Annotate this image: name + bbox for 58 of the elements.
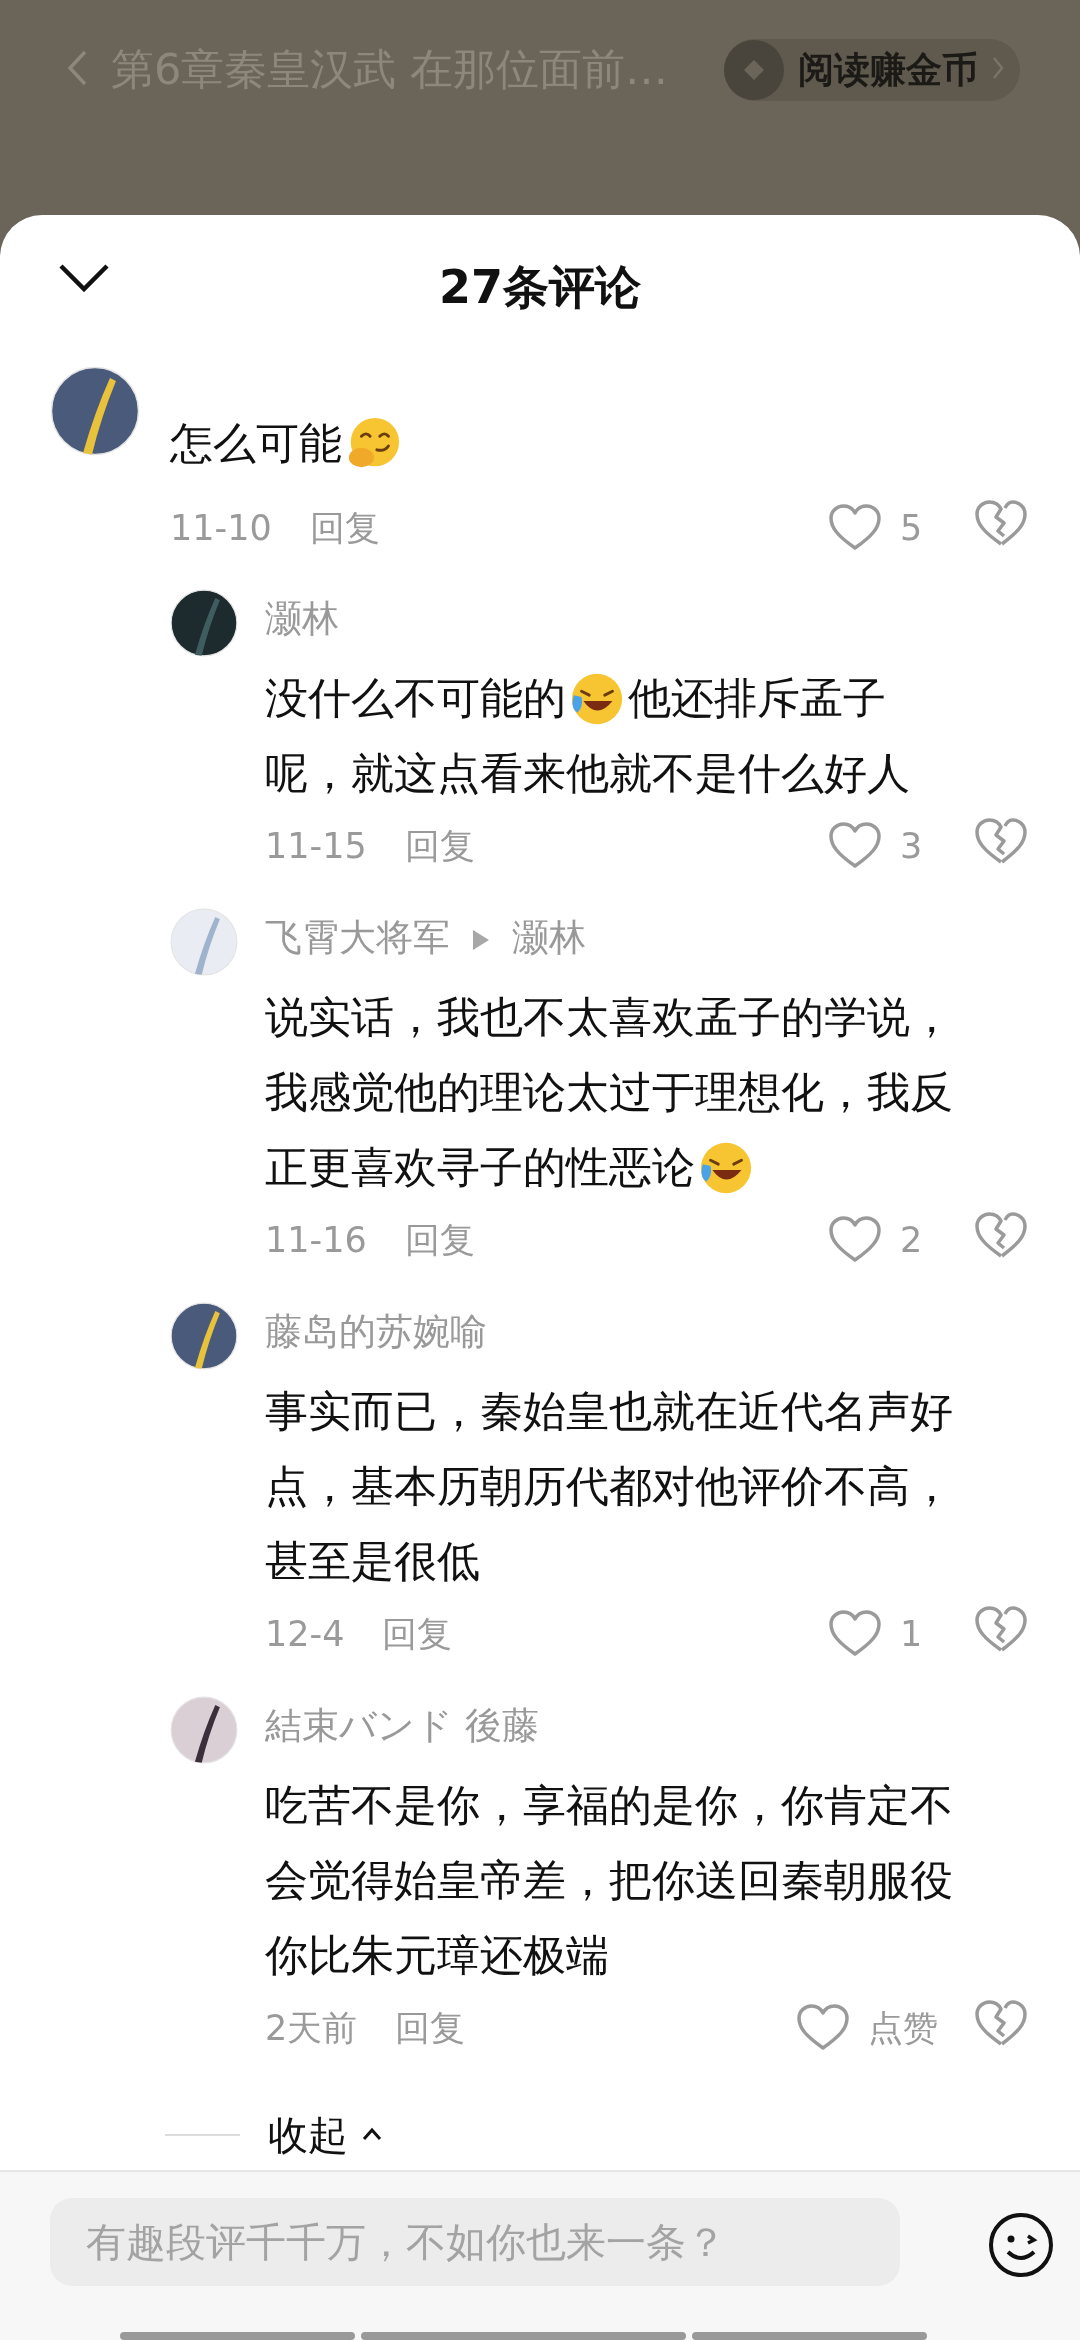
broken-heart-icon[interactable] [974, 500, 1028, 548]
reply-link[interactable]: 回复 [309, 504, 380, 552]
coin-icon [724, 40, 784, 100]
comment-text: 怎么可能 [170, 417, 342, 470]
comment-text: 点，基本历朝历代都对他评价不高， [265, 1460, 953, 1513]
collapse-button[interactable]: 收起 [268, 2107, 382, 2163]
comment-date: 12-4 [265, 1614, 345, 1654]
back-icon[interactable] [65, 48, 89, 88]
username[interactable]: 灏林 [265, 594, 339, 644]
broken-heart-icon[interactable] [974, 1212, 1028, 1260]
comment-text: 事实而已，秦始皇也就在近代名声好 [265, 1385, 953, 1438]
comment-text: 没什么不可能的 [265, 672, 566, 725]
avatar[interactable] [170, 589, 238, 657]
comment-text: 说实话，我也不太喜欢孟子的学说， [265, 991, 953, 1044]
reply-link[interactable]: 回复 [382, 1610, 453, 1658]
heart-icon[interactable] [828, 1610, 882, 1658]
comment-text: 会觉得始皇帝差，把你送回秦朝服役 [265, 1854, 953, 1907]
comment-text: 甚至是很低 [265, 1535, 480, 1588]
comment-text: 吃苦不是你，享福的是你，你肯定不 [265, 1779, 953, 1832]
emoji-icon[interactable] [988, 2212, 1054, 2278]
heart-icon[interactable] [828, 1216, 882, 1264]
heart-icon[interactable] [796, 2004, 850, 2052]
username[interactable]: 結束バンド 後藤 [265, 1701, 539, 1751]
comment-input-field[interactable]: 有趣段评千千万，不如你也来一条？ [50, 2198, 900, 2286]
comment-date: 11-15 [265, 826, 367, 866]
reply-link[interactable]: 回复 [395, 2004, 466, 2052]
broken-heart-icon[interactable] [974, 818, 1028, 866]
reply-arrow-icon [472, 928, 490, 951]
avatar[interactable] [170, 1302, 238, 1370]
like-count: 点赞 [868, 2006, 938, 2050]
like-count: 1 [900, 1614, 923, 1654]
comment-date: 2天前 [265, 2006, 358, 2050]
comment-text: 正更喜欢寻子的性恶论 [265, 1141, 695, 1194]
comment-date: 11-10 [170, 508, 272, 548]
collapse-chevron-icon[interactable] [58, 263, 110, 293]
heart-icon[interactable] [828, 822, 882, 870]
comment-date: 11-16 [265, 1220, 367, 1260]
username[interactable]: 飞霄大将军 [265, 913, 450, 963]
broken-heart-icon[interactable] [974, 2000, 1028, 2048]
broken-heart-icon[interactable] [974, 1606, 1028, 1654]
caret-up-icon [362, 2126, 382, 2141]
heart-icon[interactable] [828, 504, 882, 552]
comment-text: 我感觉他的理论太过于理想化，我反 [265, 1066, 953, 1119]
username[interactable]: 灏林 [512, 913, 586, 963]
like-count: 3 [900, 826, 923, 866]
avatar[interactable] [170, 1696, 238, 1764]
username[interactable]: 藤岛的苏婉喻 [265, 1307, 487, 1357]
chevron-right-icon [992, 55, 1004, 81]
reply-link[interactable]: 回复 [404, 822, 475, 870]
earn-coins-button[interactable]: 阅读赚金币 [724, 39, 1020, 101]
like-count: 5 [900, 508, 923, 548]
comment-text: 他还排斥孟子 [628, 672, 886, 725]
sheet-title: 27条评论 [439, 258, 641, 316]
avatar[interactable] [50, 366, 140, 456]
like-count: 2 [900, 1220, 923, 1260]
comment-text: 呢，就这点看来他就不是什么好人 [265, 747, 910, 800]
reply-link[interactable]: 回复 [404, 1216, 475, 1264]
comment-text: 你比朱元璋还极端 [265, 1929, 609, 1982]
